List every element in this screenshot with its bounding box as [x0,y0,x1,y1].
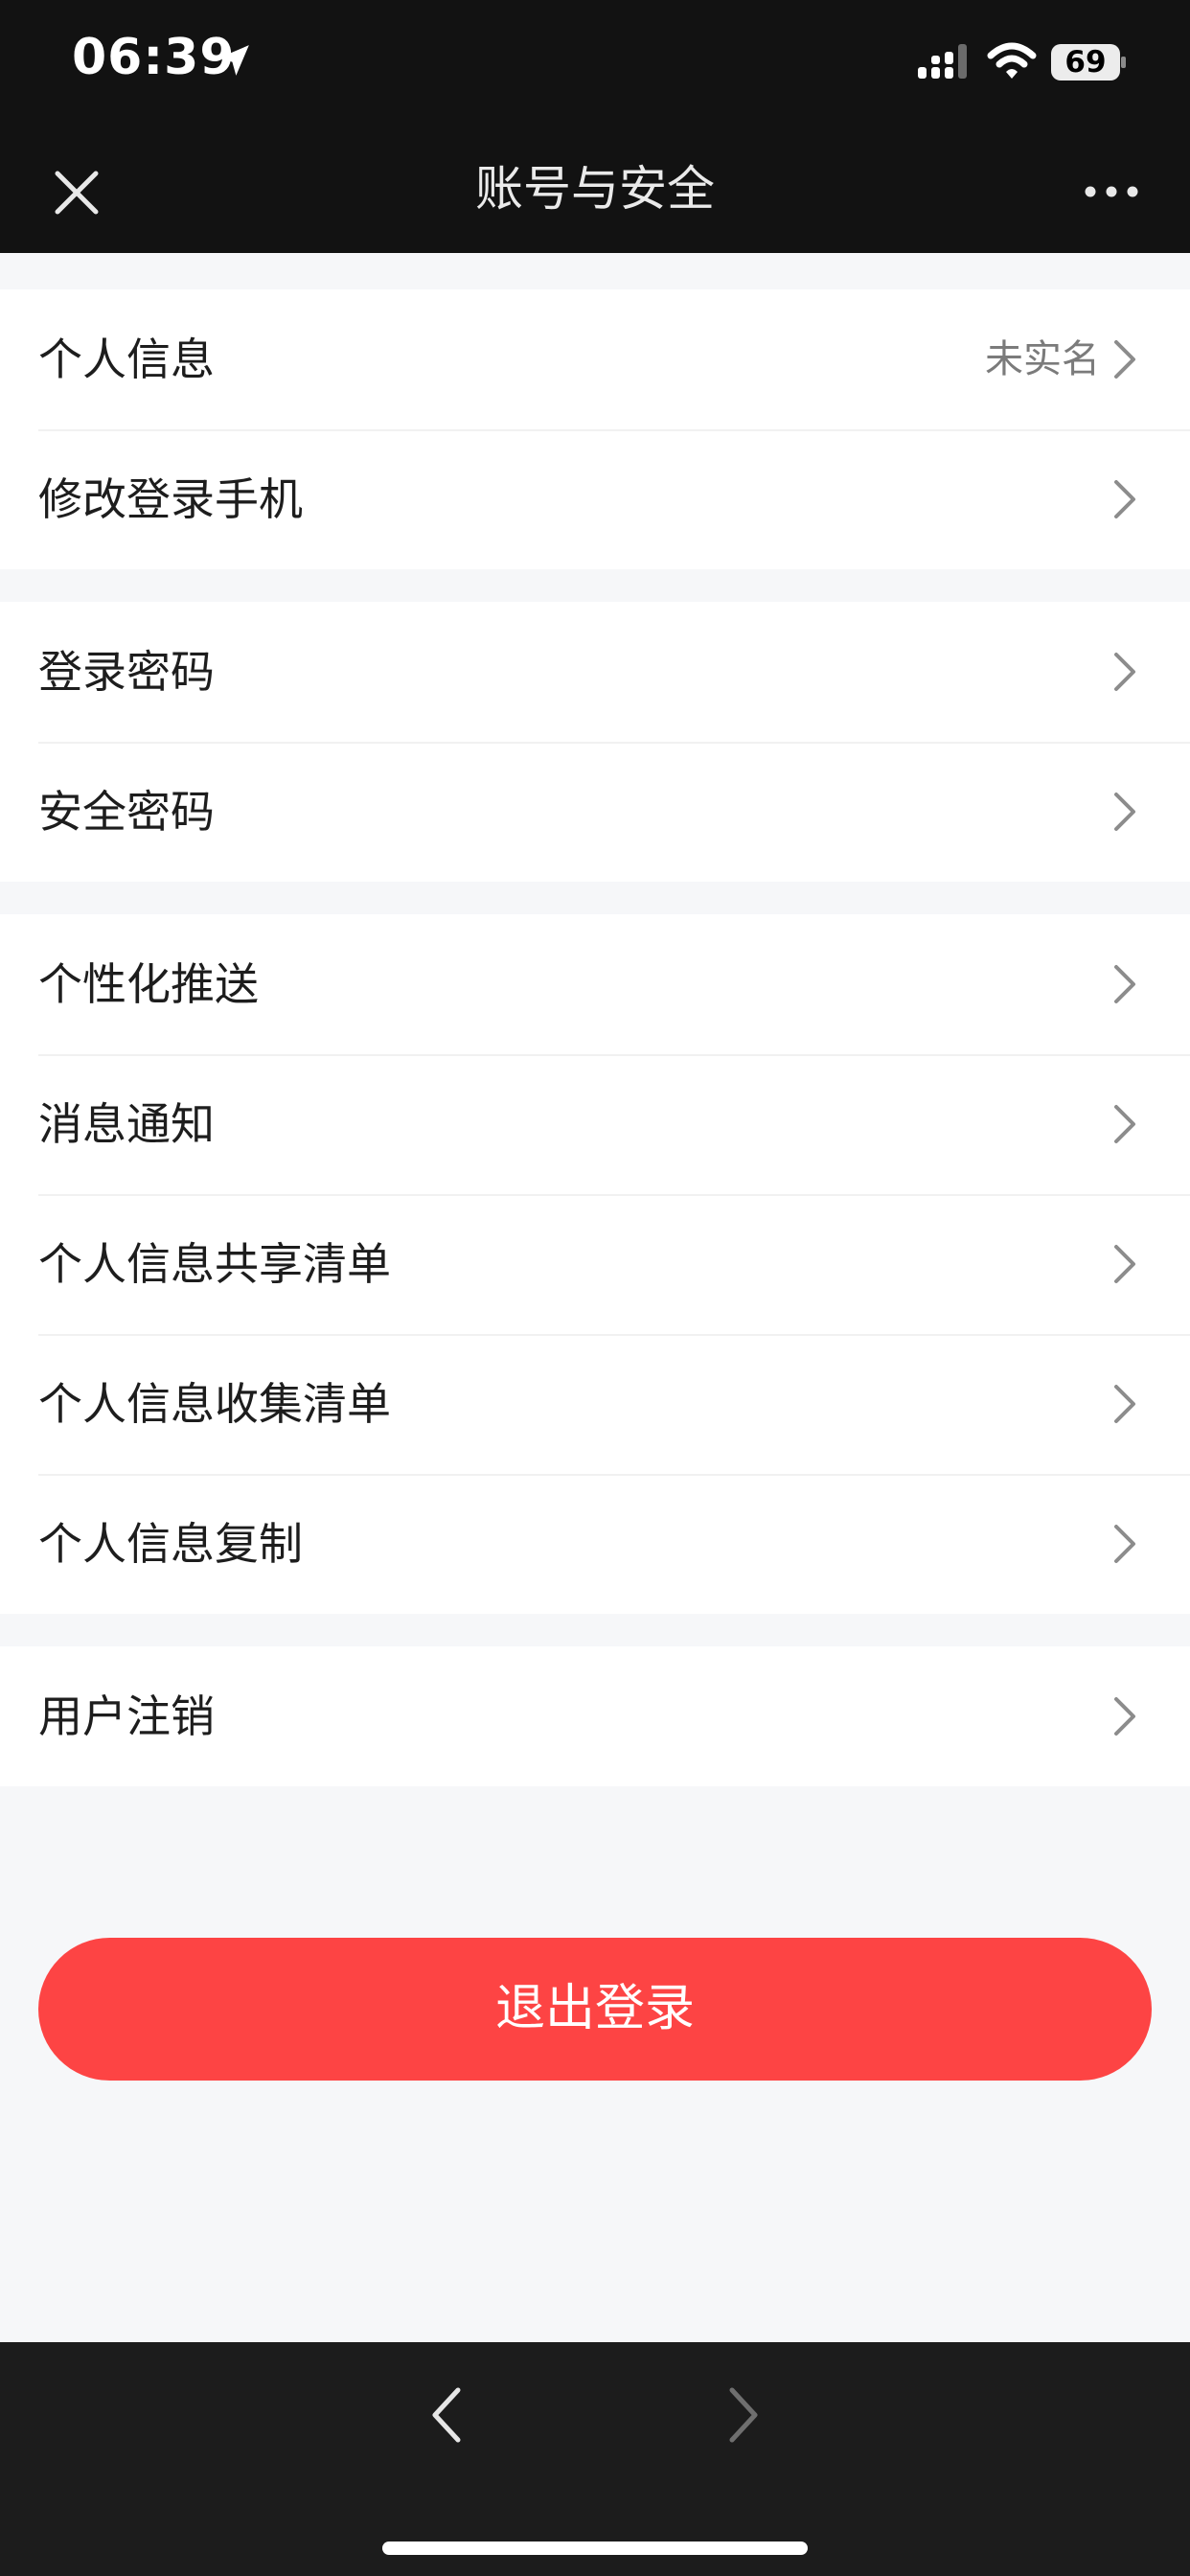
menu-item-message-notifications[interactable]: 消息通知 [0,1054,1190,1194]
chevron-right-icon [1114,1525,1135,1563]
menu-item-label: 个人信息 [38,334,215,385]
settings-group-profile: 个人信息 未实名 修改登录手机 [0,289,1190,569]
menu-item-change-login-phone[interactable]: 修改登录手机 [0,429,1190,569]
menu-item-label: 消息通知 [38,1098,215,1150]
menu-item-login-password[interactable]: 登录密码 [0,602,1190,742]
chevron-right-icon [1114,793,1135,831]
menu-item-label: 安全密码 [38,786,215,838]
menu-item-label: 修改登录手机 [38,473,303,525]
battery-icon: 69 [1051,44,1126,80]
nav-bar: 账号与安全 [0,129,1190,253]
menu-item-info-sharing-list[interactable]: 个人信息共享清单 [0,1194,1190,1334]
menu-item-account-cancellation[interactable]: 用户注销 [0,1646,1190,1786]
battery-level: 69 [1064,45,1107,80]
menu-item-label: 个性化推送 [38,958,259,1010]
menu-item-personalized-push[interactable]: 个性化推送 [0,914,1190,1054]
chevron-left-icon[interactable] [427,2384,466,2446]
chevron-right-icon [1114,1697,1135,1736]
bottom-toolbar [0,2342,1190,2576]
menu-item-personal-info[interactable]: 个人信息 未实名 [0,289,1190,429]
menu-item-label: 个人信息共享清单 [38,1238,391,1290]
settings-group-passwords: 登录密码 安全密码 [0,602,1190,882]
settings-group-account: 用户注销 [0,1646,1190,1786]
chevron-right-icon [1114,480,1135,518]
cellular-signal-icon [918,44,967,79]
menu-item-label: 个人信息收集清单 [38,1378,391,1430]
menu-item-info-copy[interactable]: 个人信息复制 [0,1474,1190,1614]
menu-item-info-collection-list[interactable]: 个人信息收集清单 [0,1334,1190,1474]
menu-item-security-password[interactable]: 安全密码 [0,742,1190,882]
chevron-right-icon [1114,1245,1135,1283]
chevron-right-icon[interactable] [724,2384,763,2446]
home-indicator [382,2542,808,2555]
wifi-icon [987,42,1037,79]
chevron-right-icon [1114,1385,1135,1423]
menu-item-label: 个人信息复制 [38,1518,303,1570]
chevron-right-icon [1114,1105,1135,1143]
verification-status: 未实名 [985,337,1100,381]
chevron-right-icon [1114,653,1135,691]
menu-item-label: 登录密码 [38,646,215,698]
status-time: 06:39 [72,29,236,86]
chevron-right-icon [1114,340,1135,379]
logout-button[interactable]: 退出登录 [38,1938,1152,2081]
page-title: 账号与安全 [475,161,715,217]
settings-group-privacy: 个性化推送 消息通知 个人信息共享清单 个人信息收集清单 个人信息复制 [0,914,1190,1614]
menu-item-label: 用户注销 [38,1690,215,1742]
more-icon[interactable] [1081,175,1142,208]
chevron-right-icon [1114,965,1135,1003]
location-arrow-icon [218,45,249,76]
status-bar: 06:39 69 [0,0,1190,129]
